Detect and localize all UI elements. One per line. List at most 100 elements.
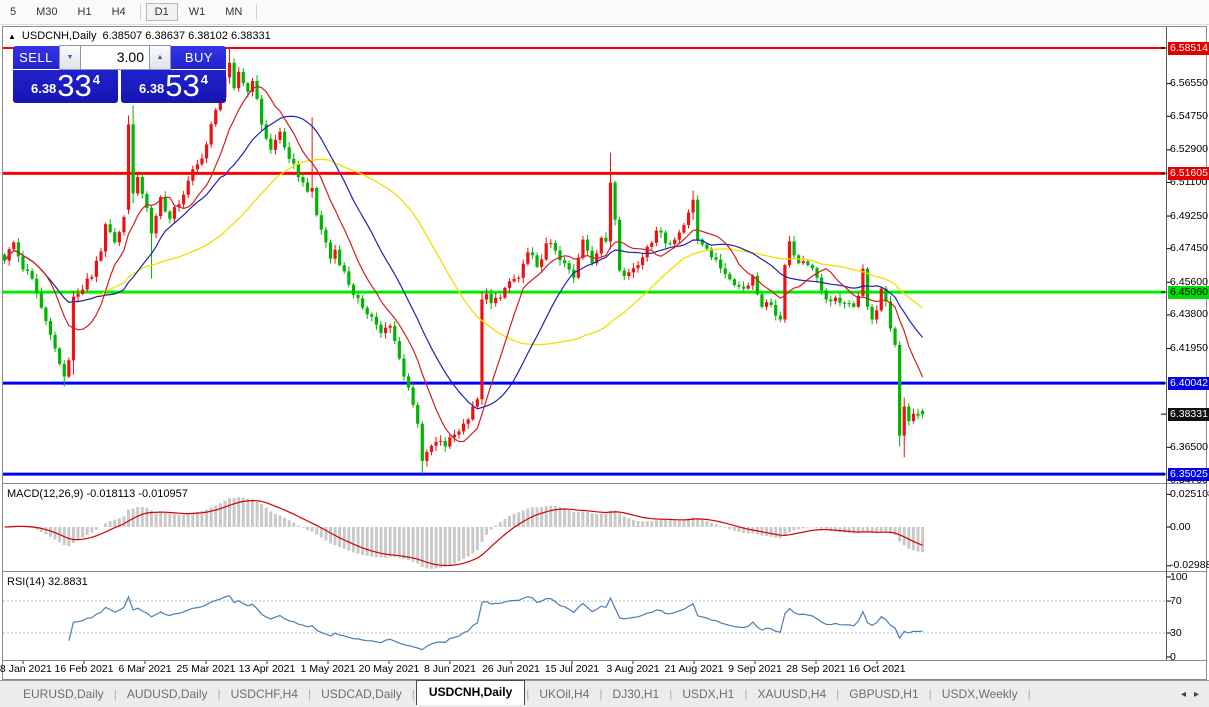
- macd-tick-label: 0.025108: [1170, 487, 1209, 500]
- tab-xauusd-h4[interactable]: XAUUSD,H4: [748, 684, 835, 704]
- date-tick-label: 1 May 2021: [300, 663, 356, 675]
- date-tick-label: 16 Oct 2021: [848, 663, 906, 675]
- date-tick-label: 8 Jun 2021: [424, 663, 476, 675]
- date-tick-label: 25 Mar 2021: [176, 663, 236, 675]
- buy-price-pip: 4: [200, 72, 209, 87]
- scroll-right-icon[interactable]: ▸: [1194, 689, 1199, 700]
- tab-usdx-h1[interactable]: USDX,H1: [673, 684, 743, 704]
- macd-tick-label: 0.00: [1170, 520, 1191, 533]
- macd-main-value: -0.018113: [86, 488, 136, 500]
- tab-separator: |: [113, 687, 117, 701]
- timeframe-button-W1[interactable]: W1: [180, 3, 215, 21]
- price-tick-label: 6.52900: [1170, 143, 1208, 156]
- chart-window-border: [2, 26, 1207, 680]
- buy-price-big: 53: [165, 68, 200, 103]
- price-tick-label: 6.49250: [1170, 209, 1208, 222]
- tab-separator: |: [217, 687, 221, 701]
- timeframe-button-M30[interactable]: M30: [27, 3, 66, 21]
- tab-separator: |: [744, 687, 748, 701]
- tab-dj30-h1[interactable]: DJ30,H1: [604, 684, 669, 704]
- price-level-badge: 6.51605: [1168, 166, 1209, 180]
- rsi-value: 32.8831: [47, 576, 88, 588]
- price-axis-border: [1166, 27, 1167, 660]
- rsi-tick-label: 70: [1170, 594, 1182, 607]
- date-tick-label: 16 Feb 2021: [54, 663, 114, 675]
- tab-usdcnh-daily[interactable]: USDCNH,Daily: [415, 680, 526, 705]
- sell-price-pip: 4: [92, 72, 101, 87]
- chevron-down-icon: ▼: [66, 54, 74, 61]
- scroll-left-icon[interactable]: ◂: [1181, 689, 1186, 700]
- date-tick-label: 28 Jan 2021: [0, 663, 52, 675]
- chart-ohlc-readout: 6.38507 6.38637 6.38102 6.38331: [102, 30, 271, 42]
- timeframe-button-H1[interactable]: H1: [69, 3, 101, 21]
- timeframe-button-MN[interactable]: MN: [216, 3, 251, 21]
- timeframe-button-D1[interactable]: D1: [145, 3, 178, 21]
- rsi-tick-label: 0: [1170, 650, 1176, 663]
- timeframe-toolbar: 5 M30 H1 H4 D1 W1 MN: [0, 0, 1209, 25]
- tab-usdx-weekly[interactable]: USDX,Weekly: [933, 684, 1027, 704]
- chevron-up-icon: ▲: [156, 54, 164, 61]
- tab-audusd-daily[interactable]: AUDUSD,Daily: [118, 684, 217, 704]
- price-tick-label: 6.36500: [1170, 440, 1208, 453]
- tab-separator: |: [599, 687, 603, 701]
- buy-button[interactable]: BUY: [172, 50, 226, 65]
- date-tick-label: 21 Aug 2021: [664, 663, 724, 675]
- rsi-tick-label: 100: [1170, 570, 1188, 583]
- volume-decrease-button[interactable]: ▼: [60, 46, 81, 69]
- price-tick-label: 6.54750: [1170, 109, 1208, 122]
- date-tick-label: 20 May 2021: [358, 663, 420, 675]
- rsi-header: RSI(14) 32.8831: [7, 576, 88, 588]
- sell-price-big: 33: [57, 68, 92, 103]
- date-tick-label: 26 Jun 2021: [482, 663, 540, 675]
- price-level-badge: 6.35025: [1168, 467, 1209, 481]
- date-tick-label: 13 Apr 2021: [238, 663, 296, 675]
- volume-spinner: ▼ 3.00 ▲: [59, 45, 171, 70]
- price-tick-label: 6.41950: [1170, 341, 1208, 354]
- tab-separator: |: [411, 687, 415, 701]
- timeframe-button-H4[interactable]: H4: [103, 3, 135, 21]
- tab-separator: |: [836, 687, 840, 701]
- tab-usdcad-daily[interactable]: USDCAD,Daily: [312, 684, 411, 704]
- toolbar-separator: [256, 4, 258, 20]
- tab-scroll-controls: ◂ ▸: [1181, 689, 1199, 700]
- symbol-tabbar: EURUSD,Daily | AUDUSD,Daily | USDCHF,H4 | USDC…: [0, 680, 1209, 707]
- price-level-badge: 6.45060: [1168, 285, 1209, 299]
- timeframe-button-5[interactable]: 5: [1, 3, 25, 21]
- rsi-label: RSI(14): [7, 576, 45, 588]
- date-tick-label: 9 Sep 2021: [728, 663, 782, 675]
- macd-pane-separator[interactable]: [2, 483, 1207, 484]
- volume-input[interactable]: 3.00: [81, 46, 149, 69]
- tab-separator: |: [526, 687, 530, 701]
- tab-ukoil-h4[interactable]: UKOil,H4: [530, 684, 598, 704]
- price-level-badge: 6.40042: [1168, 376, 1209, 390]
- collapse-icon[interactable]: ▲: [8, 32, 16, 41]
- sell-price-small: 6.38: [30, 81, 57, 96]
- macd-signal-value: -0.010957: [138, 488, 188, 500]
- date-tick-label: 28 Sep 2021: [786, 663, 846, 675]
- chart-symbol-title: USDCNH,Daily: [21, 30, 97, 42]
- tab-separator: |: [307, 687, 312, 701]
- price-level-badge: 6.58514: [1168, 41, 1209, 55]
- price-tick-label: 6.47450: [1170, 242, 1208, 255]
- date-tick-label: 3 Aug 2021: [606, 663, 660, 675]
- rsi-tick-label: 30: [1170, 626, 1182, 639]
- tab-separator: |: [669, 687, 673, 701]
- tab-usdchf-h4[interactable]: USDCHF,H4: [222, 684, 307, 704]
- macd-header: MACD(12,26,9) -0.018113 -0.010957: [7, 488, 188, 500]
- date-axis[interactable]: 28 Jan 202116 Feb 2021 6 Mar 2021 25 Mar 2…: [0, 660, 1166, 678]
- price-axis[interactable]: 6.56550 6.54750 6.52900 6.51100 6.49250 6.474…: [1168, 0, 1209, 707]
- buy-price-small: 6.38: [138, 81, 165, 96]
- volume-increase-button[interactable]: ▲: [149, 46, 170, 69]
- macd-label: MACD(12,26,9): [7, 488, 84, 500]
- price-level-badge: 6.38331: [1168, 407, 1209, 421]
- tab-separator: |: [1027, 687, 1031, 701]
- tab-separator: |: [928, 687, 932, 701]
- price-tick-label: 6.43800: [1170, 308, 1208, 321]
- date-tick-label: 15 Jul 2021: [544, 663, 600, 675]
- tab-eurusd-daily[interactable]: EURUSD,Daily: [14, 684, 113, 704]
- sell-button[interactable]: SELL: [13, 50, 59, 65]
- price-tick-label: 6.56550: [1170, 77, 1208, 90]
- toolbar-separator: [139, 4, 141, 20]
- rsi-pane-separator[interactable]: [2, 571, 1207, 572]
- tab-gbpusd-h1[interactable]: GBPUSD,H1: [840, 684, 927, 704]
